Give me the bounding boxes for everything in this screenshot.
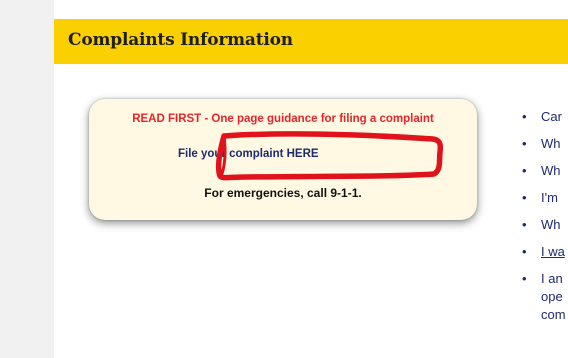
bullet-icon: • xyxy=(522,271,527,286)
bullet-icon: • xyxy=(522,190,527,205)
section-title: Complaints Information xyxy=(68,30,293,50)
file-complaint-link[interactable]: File your complaint HERE xyxy=(178,148,319,160)
bullet-icon: • xyxy=(522,109,527,124)
list-item[interactable]: • Car xyxy=(517,108,566,135)
guidance-box: READ FIRST - One page guidance for filin… xyxy=(89,99,477,220)
emergency-notice: For emergencies, call 9-1-1. xyxy=(204,186,362,200)
list-item[interactable]: • Wh xyxy=(517,135,566,162)
bullet-icon: • xyxy=(522,163,527,178)
bullet-icon: • xyxy=(522,217,527,232)
faq-list: • Car • Wh • Wh • I'm • Wh • I wa • I an ope com xyxy=(517,108,566,324)
read-first-link[interactable]: READ FIRST - One page guidance for filin… xyxy=(89,113,477,125)
list-item[interactable]: • I an ope com xyxy=(517,270,566,324)
list-item[interactable]: • Wh xyxy=(517,216,566,243)
bullet-icon: • xyxy=(522,244,527,259)
section-header: Complaints Information xyxy=(54,19,568,64)
list-item-link[interactable]: • I wa xyxy=(517,243,566,270)
list-item[interactable]: • Wh xyxy=(517,162,566,189)
bullet-icon: • xyxy=(522,136,527,151)
page-content: Complaints Information READ FIRST - One … xyxy=(54,0,568,358)
list-item[interactable]: • I'm xyxy=(517,189,566,216)
